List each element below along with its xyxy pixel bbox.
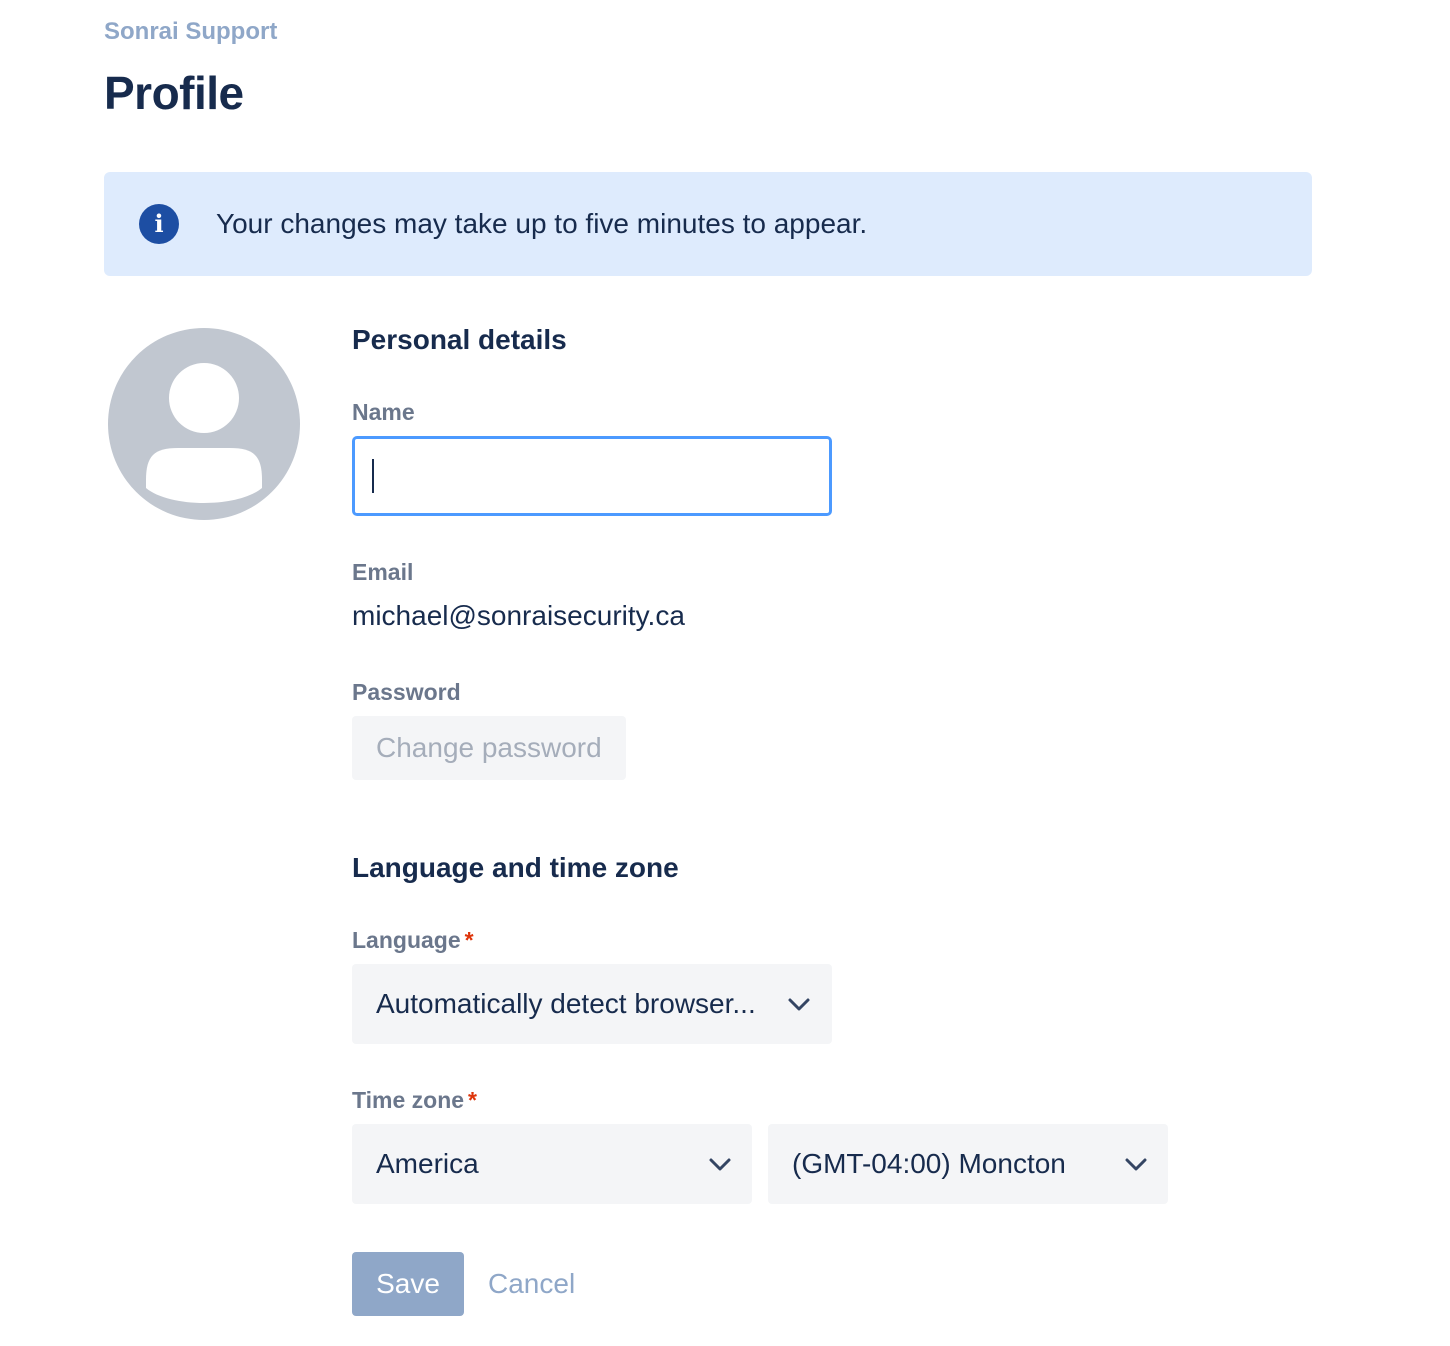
language-timezone-heading: Language and time zone	[352, 852, 679, 883]
chevron-down-icon	[1125, 1158, 1147, 1171]
password-label: Password	[352, 679, 461, 705]
text-cursor	[372, 459, 374, 493]
cancel-button[interactable]: Cancel	[488, 1268, 575, 1300]
language-select[interactable]: Automatically detect browser...	[352, 964, 832, 1044]
chevron-down-icon	[788, 998, 810, 1011]
language-select-value: Automatically detect browser...	[376, 988, 756, 1019]
banner-message: Your changes may take up to five minutes…	[216, 208, 868, 239]
info-banner: i Your changes may take up to five minut…	[104, 172, 1312, 276]
timezone-region-value: America	[376, 1148, 479, 1179]
save-button[interactable]: Save	[352, 1252, 464, 1316]
breadcrumb[interactable]: Sonrai Support	[104, 18, 277, 46]
required-marker: *	[468, 1087, 477, 1113]
info-icon: i	[139, 204, 179, 244]
default-user-avatar-icon	[146, 363, 262, 503]
page-title: Profile	[104, 67, 244, 119]
email-label: Email	[352, 559, 414, 585]
chevron-down-icon	[709, 1158, 731, 1171]
email-value: michael@sonraisecurity.ca	[352, 600, 685, 631]
name-input[interactable]	[352, 436, 832, 516]
timezone-region-select[interactable]: America	[352, 1124, 752, 1204]
change-password-button[interactable]: Change password	[352, 716, 626, 780]
timezone-zone-select[interactable]: (GMT-04:00) Moncton	[768, 1124, 1168, 1204]
required-marker: *	[464, 927, 474, 953]
timezone-zone-value: (GMT-04:00) Moncton	[792, 1148, 1066, 1179]
timezone-label-text: Time zone	[352, 1087, 465, 1113]
personal-details-heading: Personal details	[352, 324, 567, 355]
profile-page: Sonrai Support Profile i Your changes ma…	[0, 0, 1450, 1346]
language-label-text: Language	[352, 927, 461, 953]
name-label: Name	[352, 399, 415, 425]
avatar	[108, 328, 300, 520]
timezone-label: Time zone *	[352, 1087, 477, 1114]
language-label: Language *	[352, 927, 474, 954]
